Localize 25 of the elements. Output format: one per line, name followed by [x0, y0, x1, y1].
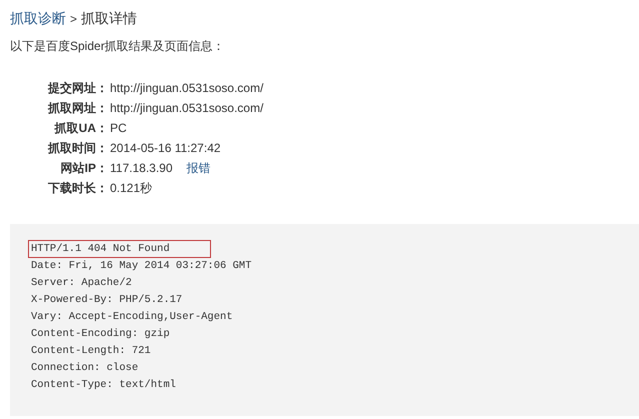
info-label: 抓取UA：	[53, 120, 108, 136]
header-line: Date: Fri, 16 May 2014 03:27:06 GMT	[30, 259, 253, 274]
header-line: Content-Type: text/html	[30, 378, 177, 393]
report-error-link[interactable]: 报错	[186, 160, 211, 176]
info-label: 抓取网址：	[46, 100, 108, 116]
header-line: Connection: close	[30, 361, 140, 376]
info-value: http://jinguan.0531soso.com/	[109, 101, 264, 115]
info-label: 提交网址：	[46, 80, 108, 96]
info-label: 网站IP：	[60, 160, 108, 176]
info-value: 2014-05-16 11:27:42	[109, 141, 221, 155]
info-value: 117.18.3.90	[109, 161, 173, 175]
header-line: X-Powered-By: PHP/5.2.17	[30, 293, 184, 308]
info-value: http://jinguan.0531soso.com/	[109, 81, 264, 95]
header-line: Server: Apache/2	[30, 276, 133, 291]
breadcrumb-separator: >	[70, 12, 78, 26]
header-line: Content-Length: 721	[30, 344, 152, 359]
breadcrumb-link[interactable]: 抓取诊断	[10, 10, 66, 28]
info-value: 0.121秒	[109, 180, 152, 196]
header-line: Content-Encoding: gzip	[30, 327, 171, 342]
intro-text: 以下是百度Spider抓取结果及页面信息：	[9, 38, 226, 55]
info-value: PC	[109, 121, 127, 135]
info-label: 抓取时间：	[46, 140, 108, 156]
info-label: 下载时长：	[47, 180, 108, 196]
breadcrumb-current: 抓取详情	[81, 10, 138, 28]
header-line: Vary: Accept-Encoding,User-Agent	[30, 310, 234, 325]
